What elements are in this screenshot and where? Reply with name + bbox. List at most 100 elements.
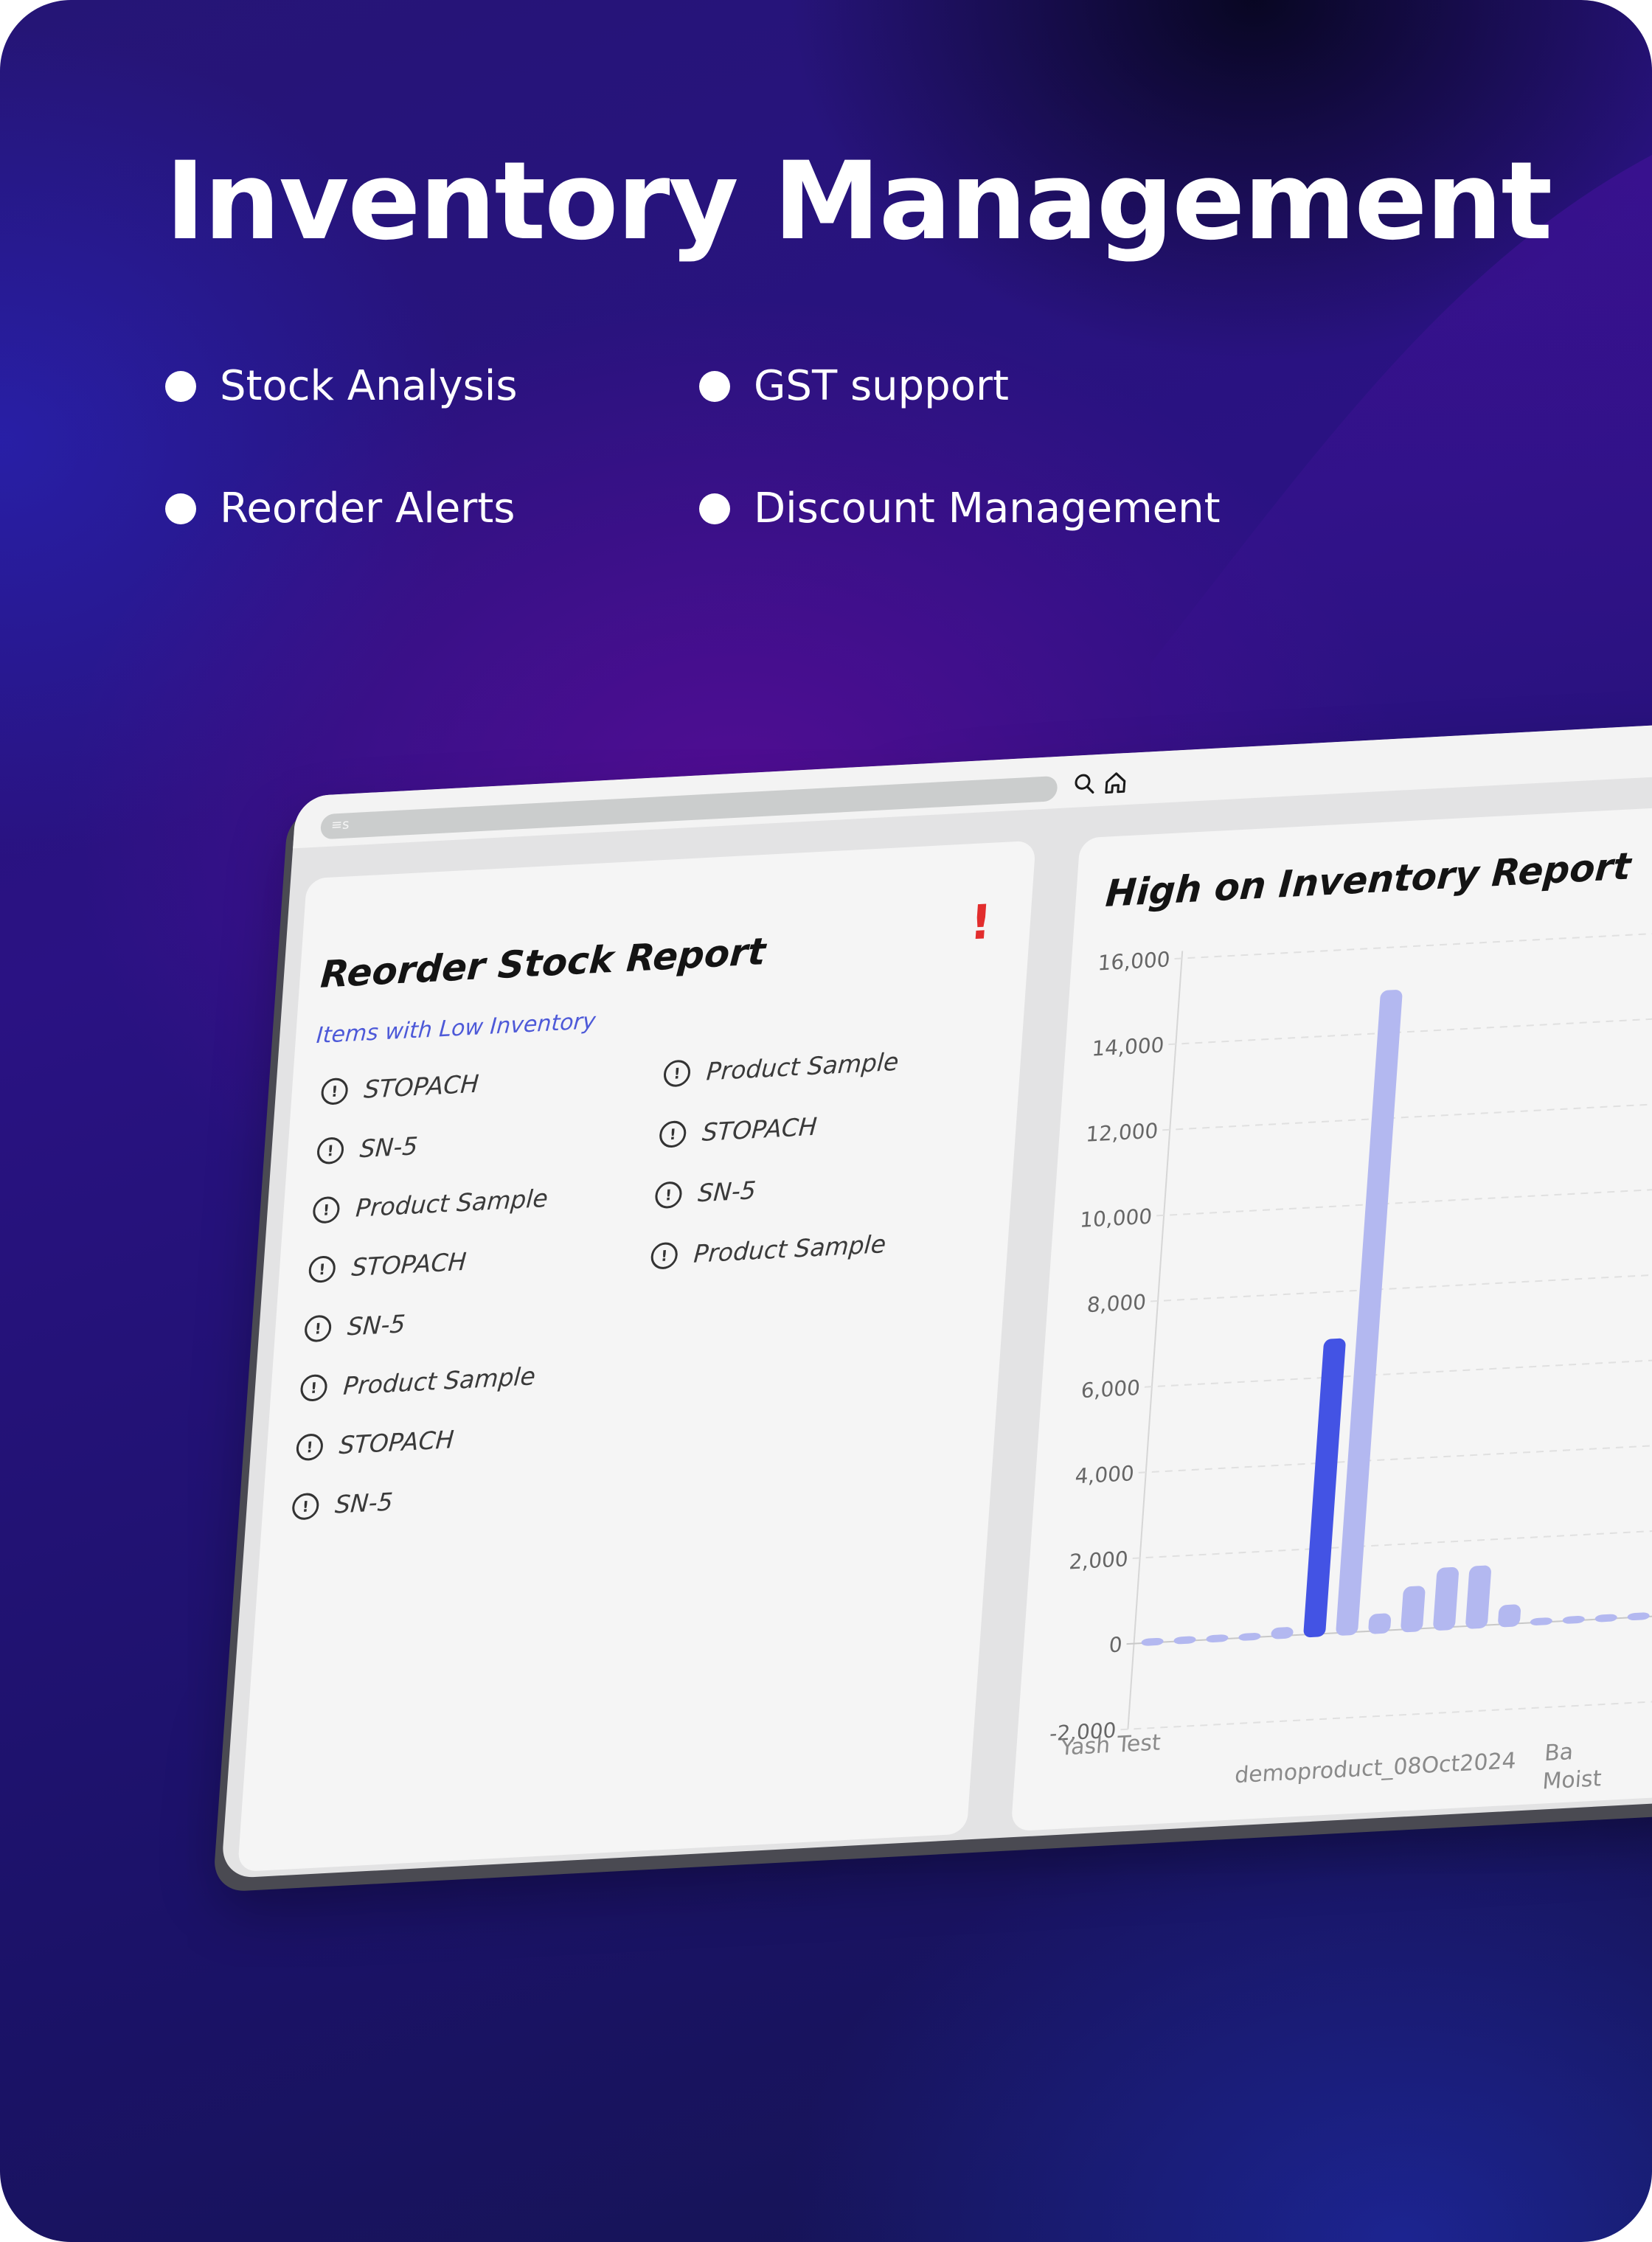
search-icon[interactable] (1072, 771, 1098, 797)
chart-bar[interactable] (1465, 1565, 1492, 1629)
y-tick-label: 10,000 (1079, 1204, 1153, 1232)
y-tick-label: 0 (1108, 1632, 1123, 1657)
feature-reorder-alerts: Reorder Alerts (165, 488, 515, 530)
list-item[interactable]: ! STOPACH (308, 1246, 468, 1284)
chart-bar[interactable] (1627, 1612, 1650, 1621)
item-label: SN-5 (358, 1131, 419, 1164)
chart-bar[interactable] (1238, 1633, 1261, 1642)
item-label: STOPACH (338, 1424, 455, 1460)
gridline (1174, 918, 1652, 959)
panel-title: Reorder Stock Report (319, 929, 767, 996)
high-inventory-panel: High on Inventory Report 16,000 14,000 12,… (1010, 793, 1652, 1832)
low-inventory-list-col2: ! Product Sample! STOPACH! SN-5! Product Sam… (307, 841, 1036, 1270)
gridline (1156, 1176, 1652, 1217)
y-tick-label: 14,000 (1091, 1032, 1165, 1061)
feature-label: Discount Management (754, 485, 1221, 532)
bullet-icon (165, 493, 196, 524)
chart-bar[interactable] (1141, 1637, 1164, 1646)
list-item[interactable]: ! SN-5 (303, 1309, 406, 1343)
bullet-icon (165, 371, 196, 402)
chart-bar[interactable] (1562, 1616, 1585, 1625)
warning-icon: ! (299, 1373, 328, 1402)
warning-icon: ! (659, 1120, 687, 1148)
x-category-label: demoproduct_08Oct2024 (1234, 1748, 1517, 1788)
warning-icon: ! (308, 1254, 337, 1283)
chart-bar[interactable] (1498, 1604, 1521, 1628)
feature-label: Stock Analysis (220, 362, 518, 410)
item-label: Product Sample (342, 1361, 537, 1401)
feature-stock-analysis: Stock Analysis (165, 366, 518, 407)
list-item[interactable]: ! SN-5 (291, 1487, 394, 1521)
gridline (1144, 1347, 1652, 1388)
y-tick-label: 8,000 (1086, 1290, 1147, 1317)
list-item[interactable]: ! SN-5 (316, 1131, 419, 1165)
item-label: STOPACH (701, 1111, 819, 1147)
feature-gst-support: GST support (699, 366, 1009, 407)
gridline (1120, 1689, 1652, 1731)
list-item[interactable]: ! STOPACH (320, 1069, 480, 1106)
warning-icon: ! (316, 1136, 345, 1165)
item-label: STOPACH (363, 1069, 480, 1104)
alert-icon: ! (968, 895, 994, 951)
bullet-icon (699, 493, 730, 524)
warning-icon: ! (650, 1241, 678, 1270)
chart-bar[interactable] (1368, 1613, 1392, 1634)
warning-icon: ! (295, 1432, 324, 1461)
item-label: STOPACH (350, 1246, 468, 1283)
chart-bar[interactable] (1206, 1634, 1229, 1643)
reorder-stock-panel: Reorder Stock Report Items with Low Inve… (237, 840, 1036, 1873)
gridline (1132, 1518, 1652, 1559)
item-label: Product Sample (705, 1047, 900, 1086)
gridline (1138, 1432, 1652, 1474)
chart-bar[interactable] (1173, 1636, 1196, 1645)
y-tick-label: 16,000 (1097, 947, 1171, 975)
panel-subtitle: Items with Low Inventory (315, 1008, 597, 1049)
chart-bar[interactable] (1271, 1627, 1294, 1639)
chart-bar[interactable] (1530, 1617, 1553, 1626)
x-category-label: Ba (1544, 1739, 1574, 1766)
low-inventory-list-col1: ! STOPACH! SN-5! Product Sample! STOPACH! SN-… (291, 841, 1036, 1521)
warning-icon: ! (291, 1492, 320, 1521)
chart-bar[interactable] (1433, 1566, 1460, 1631)
warning-icon: ! (303, 1313, 333, 1342)
chart-bar[interactable] (1401, 1586, 1426, 1633)
list-item[interactable]: ! Product Sample (312, 1184, 549, 1225)
x-category-label: Yash Test (1059, 1729, 1162, 1760)
item-label: SN-5 (697, 1176, 757, 1208)
y-tick-label: 2,000 (1068, 1547, 1128, 1574)
x-category-label: Moist (1541, 1766, 1602, 1794)
warning-icon: ! (654, 1180, 683, 1209)
bullet-icon (699, 371, 730, 402)
item-label: Product Sample (355, 1183, 549, 1223)
list-item[interactable]: ! Product Sample (662, 1047, 900, 1089)
list-item[interactable]: ! STOPACH (295, 1424, 455, 1462)
list-item[interactable]: ! Product Sample (650, 1229, 887, 1271)
gridline (1168, 1004, 1652, 1046)
feature-label: Reorder Alerts (220, 485, 516, 532)
inventory-bar-chart: 16,000 14,000 12,000 10,000 8,000 6,000 4,000 2… (1049, 918, 1652, 1794)
feature-discount-management: Discount Management (699, 488, 1221, 530)
item-label: Product Sample (693, 1229, 887, 1268)
page-headline: Inventory Management (165, 139, 1552, 264)
chart-bar[interactable] (1594, 1614, 1617, 1622)
item-label: SN-5 (333, 1487, 395, 1519)
y-tick-label: 6,000 (1080, 1375, 1141, 1403)
home-icon[interactable] (1103, 769, 1129, 796)
warning-icon: ! (312, 1195, 341, 1224)
app-screenshot: ≡s Reorder Stock Report Items with Low I… (221, 711, 1652, 1879)
warning-icon: ! (662, 1058, 692, 1088)
y-tick-label: 12,000 (1085, 1119, 1159, 1147)
gridline (1162, 1089, 1652, 1131)
gridline (1150, 1261, 1652, 1302)
warning-icon: ! (320, 1077, 349, 1106)
chart-bar[interactable] (1336, 990, 1403, 1637)
item-label: SN-5 (346, 1309, 406, 1342)
list-item[interactable]: ! SN-5 (654, 1176, 757, 1210)
y-tick-label: 4,000 (1075, 1461, 1135, 1488)
y-axis-line (1127, 951, 1184, 1729)
list-item[interactable]: ! Product Sample (299, 1361, 536, 1403)
feature-label: GST support (754, 362, 1009, 410)
list-item[interactable]: ! STOPACH (659, 1112, 818, 1149)
promo-card: Inventory Management Stock Analysis GST … (0, 0, 1652, 2242)
site-settings-icon[interactable]: ≡s (330, 816, 350, 833)
